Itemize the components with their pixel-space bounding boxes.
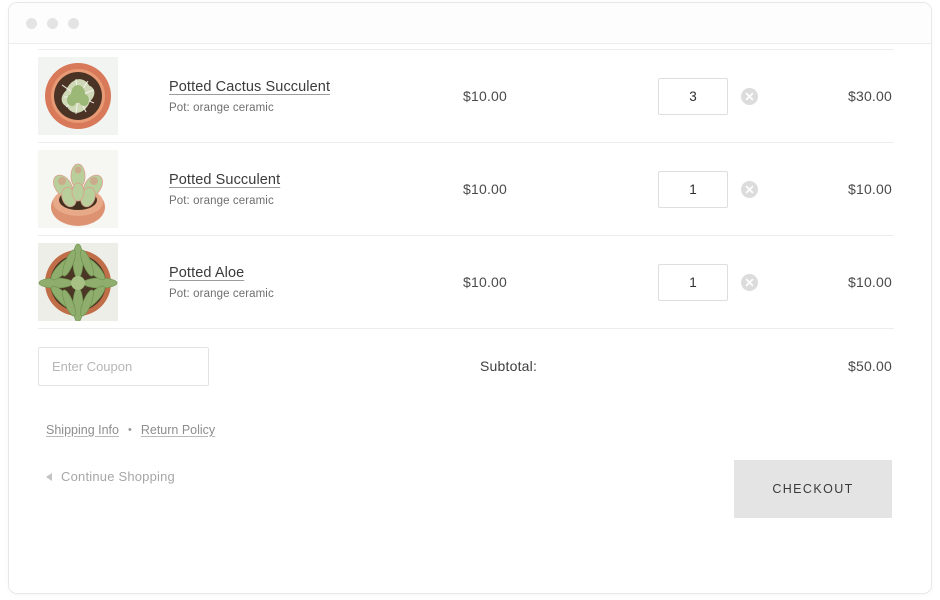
subtotal-value: $50.00: [848, 358, 892, 374]
product-option: Pot: orange ceramic: [169, 195, 453, 207]
product-name-link[interactable]: Potted Succulent: [169, 172, 280, 188]
window-dot-minimize[interactable]: [47, 18, 58, 29]
product-option: Pot: orange ceramic: [169, 102, 453, 114]
window-dot-close[interactable]: [26, 18, 37, 29]
shopping-cart: Potted Cactus Succulent Pot: orange cera…: [38, 45, 894, 555]
product-info: Potted Cactus Succulent Pot: orange cera…: [118, 78, 463, 114]
window-dot-maximize[interactable]: [68, 18, 79, 29]
window-controls: [26, 18, 79, 29]
cart-row: Potted Aloe Pot: orange ceramic $10.00 $…: [38, 236, 894, 329]
close-circle-icon: [741, 274, 758, 291]
product-thumbnail-succulent-icon: [38, 150, 118, 228]
unit-price: $10.00: [463, 88, 658, 104]
line-total: $10.00: [780, 274, 894, 290]
link-separator: •: [128, 425, 132, 436]
quantity-input[interactable]: [658, 78, 728, 115]
remove-item-button[interactable]: [741, 274, 758, 291]
unit-price: $10.00: [463, 274, 658, 290]
cart-footer: Continue Shopping CHECKOUT: [38, 460, 894, 555]
page-viewport: Potted Cactus Succulent Pot: orange cera…: [9, 45, 931, 593]
cart-totals-row: Subtotal: $50.00: [38, 329, 894, 403]
remove-item-button[interactable]: [741, 181, 758, 198]
quantity-input[interactable]: [658, 264, 728, 301]
continue-shopping-link[interactable]: Continue Shopping: [46, 469, 175, 484]
return-policy-link[interactable]: Return Policy: [141, 423, 215, 437]
product-name-link[interactable]: Potted Aloe: [169, 265, 244, 281]
unit-price: $10.00: [463, 181, 658, 197]
product-thumbnail-aloe-icon: [38, 243, 118, 321]
subtotal-label: Subtotal:: [480, 358, 537, 374]
checkout-button[interactable]: CHECKOUT: [734, 460, 892, 518]
policy-links: Shipping Info • Return Policy: [38, 417, 894, 443]
product-name-link[interactable]: Potted Cactus Succulent: [169, 79, 330, 95]
quantity-controls: [658, 78, 780, 115]
cart-row: Potted Cactus Succulent Pot: orange cera…: [38, 50, 894, 143]
browser-titlebar: [9, 3, 931, 44]
line-total: $30.00: [780, 88, 894, 104]
line-total: $10.00: [780, 181, 894, 197]
triangle-left-icon: [46, 473, 52, 481]
quantity-controls: [658, 171, 780, 208]
quantity-controls: [658, 264, 780, 301]
quantity-input[interactable]: [658, 171, 728, 208]
product-option: Pot: orange ceramic: [169, 288, 453, 300]
remove-item-button[interactable]: [741, 88, 758, 105]
continue-shopping-label: Continue Shopping: [61, 469, 175, 484]
close-circle-icon: [741, 88, 758, 105]
browser-window: Potted Cactus Succulent Pot: orange cera…: [8, 2, 932, 594]
product-thumbnail-clipped: [38, 45, 118, 49]
shipping-info-link[interactable]: Shipping Info: [46, 423, 119, 437]
product-info: Potted Aloe Pot: orange ceramic: [118, 264, 463, 300]
product-info: Potted Succulent Pot: orange ceramic: [118, 171, 463, 207]
product-thumbnail-cactus-icon: [38, 57, 118, 135]
close-circle-icon: [741, 181, 758, 198]
coupon-input[interactable]: [38, 347, 209, 386]
cart-row: Potted Succulent Pot: orange ceramic $10…: [38, 143, 894, 236]
